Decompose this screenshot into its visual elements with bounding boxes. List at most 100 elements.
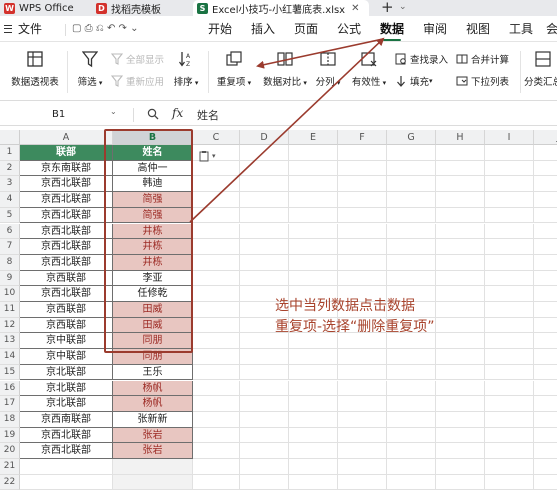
grid-cell[interactable] xyxy=(193,270,240,287)
grid-cell[interactable] xyxy=(193,223,240,240)
grid-cell[interactable] xyxy=(240,207,289,224)
name-cell[interactable]: 简强 xyxy=(113,192,193,208)
grid-cell[interactable] xyxy=(436,145,485,161)
split-column-button[interactable]: 分列 ▾ xyxy=(313,49,343,88)
grid-cell[interactable] xyxy=(485,254,534,271)
grid-cell[interactable] xyxy=(436,380,485,397)
grid-cell[interactable] xyxy=(485,239,534,255)
grid-cell[interactable] xyxy=(534,192,557,208)
grid-cell[interactable] xyxy=(240,396,289,412)
grid-cell[interactable] xyxy=(20,474,113,491)
grid-cell[interactable] xyxy=(193,333,240,350)
column-header-f[interactable]: F xyxy=(338,130,387,145)
grid-cell[interactable] xyxy=(240,364,289,381)
grid-cell[interactable] xyxy=(338,411,387,428)
quick-access-icons[interactable]: ▢ ⎙ ⎌ ↶ ↷ ⌄ xyxy=(72,20,138,38)
row-header[interactable]: 3 xyxy=(0,176,20,193)
grid-cell[interactable] xyxy=(338,239,387,255)
grid-cell[interactable] xyxy=(240,443,289,459)
row-header[interactable]: 11 xyxy=(0,302,20,318)
name-cell[interactable]: 井栋 xyxy=(113,223,193,240)
grid-cell[interactable] xyxy=(338,223,387,240)
grid-cell[interactable] xyxy=(485,160,534,177)
name-cell[interactable]: 杨帆 xyxy=(113,380,193,397)
grid-cell[interactable] xyxy=(338,192,387,208)
grid-cell[interactable] xyxy=(289,192,338,208)
filter-button[interactable]: 筛选 ▾ xyxy=(73,49,107,88)
grid-cell[interactable] xyxy=(436,176,485,193)
grid-cell[interactable] xyxy=(240,145,289,161)
hamburger-icon[interactable] xyxy=(4,25,12,33)
grid-cell[interactable] xyxy=(338,474,387,491)
grid-cell[interactable] xyxy=(485,286,534,302)
grid-cell[interactable] xyxy=(338,459,387,475)
row-header[interactable]: 9 xyxy=(0,270,20,287)
chevron-down-icon[interactable]: ⌄ xyxy=(399,0,407,16)
grid-cell[interactable] xyxy=(387,380,436,397)
reapply-button[interactable]: 重新应用 xyxy=(111,74,164,88)
column-header-b[interactable]: B xyxy=(113,130,193,145)
row-header[interactable]: 15 xyxy=(0,364,20,381)
grid-cell[interactable] xyxy=(387,411,436,428)
dept-cell[interactable]: 京西联部 xyxy=(20,302,113,318)
grid-cell[interactable] xyxy=(338,396,387,412)
dept-cell[interactable]: 京西北联部 xyxy=(20,286,113,302)
name-cell[interactable]: 高仲一 xyxy=(113,160,193,177)
menu-tab-formula[interactable]: 公式 xyxy=(337,20,361,38)
menu-file[interactable]: 文件 xyxy=(18,20,42,38)
grid-cell[interactable] xyxy=(193,207,240,224)
grid-cell[interactable] xyxy=(240,380,289,397)
dropdown-list-button[interactable]: 下拉列表 xyxy=(456,74,509,88)
column-header-j[interactable]: J xyxy=(534,130,557,145)
dept-cell[interactable]: 京西北联部 xyxy=(20,427,113,444)
grid-cell[interactable] xyxy=(193,160,240,177)
grid-cell[interactable] xyxy=(240,411,289,428)
menu-tab-member[interactable]: 会 xyxy=(546,20,557,38)
show-all-button[interactable]: 全部显示 xyxy=(111,52,164,66)
grid-cell[interactable] xyxy=(193,176,240,193)
dept-cell[interactable]: 京中联部 xyxy=(20,349,113,365)
grid-cell[interactable] xyxy=(534,239,557,255)
grid-cell[interactable] xyxy=(485,474,534,491)
menu-tab-tools[interactable]: 工具 xyxy=(509,20,533,38)
grid-cell[interactable] xyxy=(534,224,557,240)
grid-cell[interactable] xyxy=(240,192,289,208)
table-header-cell[interactable]: 联部 xyxy=(20,145,113,161)
dept-cell[interactable]: 京西北联部 xyxy=(20,223,113,240)
name-cell[interactable]: 井栋 xyxy=(113,254,193,271)
chevron-down-icon[interactable]: ⌄ xyxy=(110,107,117,116)
grid-cell[interactable] xyxy=(387,160,436,177)
row-header[interactable]: 8 xyxy=(0,254,20,271)
column-header-d[interactable]: D xyxy=(240,130,289,145)
grid-cell[interactable] xyxy=(113,459,193,475)
row-header[interactable]: 17 xyxy=(0,396,20,412)
dept-cell[interactable]: 京西联部 xyxy=(20,270,113,287)
grid-cell[interactable] xyxy=(436,239,485,255)
grid-cell[interactable] xyxy=(436,364,485,381)
grid-cell[interactable] xyxy=(338,254,387,271)
name-cell[interactable]: 井栋 xyxy=(113,239,193,255)
name-cell[interactable]: 张岩 xyxy=(113,443,193,459)
grid-cell[interactable] xyxy=(193,239,240,255)
grid-cell[interactable] xyxy=(289,160,338,177)
grid-cell[interactable] xyxy=(387,207,436,224)
grid-cell[interactable] xyxy=(534,428,557,444)
row-header[interactable]: 14 xyxy=(0,349,20,365)
grid-cell[interactable] xyxy=(289,207,338,224)
dept-cell[interactable]: 京西北联部 xyxy=(20,254,113,271)
grid-cell[interactable] xyxy=(534,302,557,318)
grid-cell[interactable] xyxy=(485,396,534,412)
grid-cell[interactable] xyxy=(240,427,289,444)
name-cell[interactable]: 杨帆 xyxy=(113,396,193,412)
name-cell[interactable]: 李亚 xyxy=(113,270,193,287)
row-header[interactable]: 1 xyxy=(0,145,20,161)
row-header[interactable]: 13 xyxy=(0,333,20,350)
grid-cell[interactable] xyxy=(485,192,534,208)
grid-cell[interactable] xyxy=(387,223,436,240)
grid-cell[interactable] xyxy=(436,223,485,240)
row-header[interactable]: 4 xyxy=(0,192,20,208)
grid-cell[interactable] xyxy=(387,192,436,208)
row-header[interactable]: 16 xyxy=(0,380,20,397)
menu-tab-view[interactable]: 视图 xyxy=(466,20,490,38)
grid-cell[interactable] xyxy=(338,349,387,365)
